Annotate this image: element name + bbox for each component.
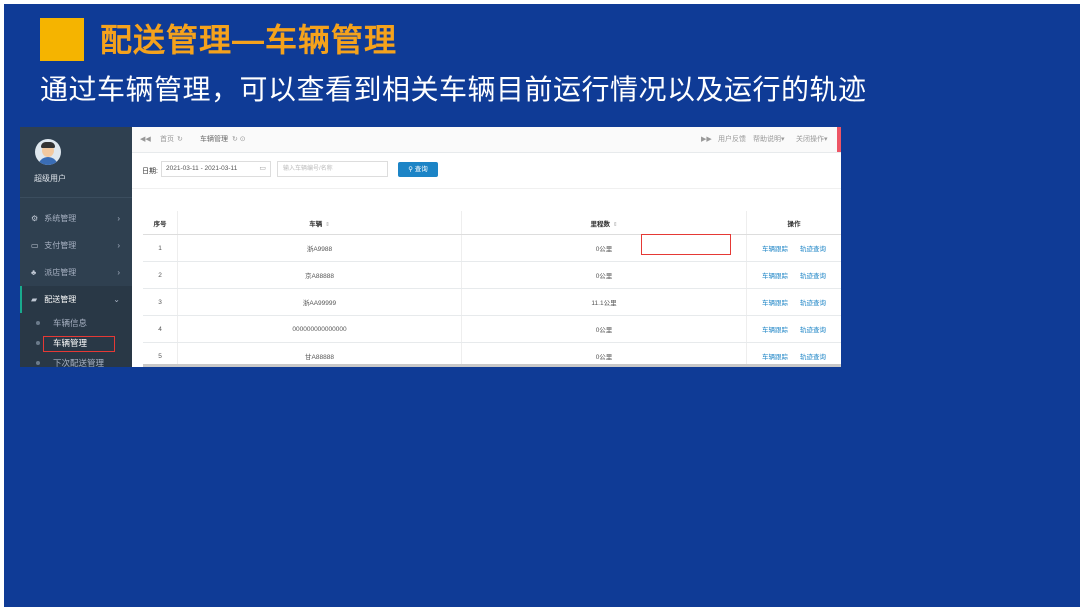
slide-title: 配送管理—车辆管理	[100, 22, 398, 58]
route-query-link[interactable]: 轨迹查询	[800, 300, 826, 307]
highlight-box-nav	[43, 336, 115, 352]
chevron-right-icon: ›	[117, 214, 120, 223]
sidebar-item-label: 派店管理	[44, 268, 77, 277]
highlight-box-actions	[641, 234, 731, 255]
search-button[interactable]: ⚲ 查询	[398, 162, 438, 177]
sidebar-item-label: 系统管理	[44, 214, 77, 223]
sidebar-item-store[interactable]: ♣ 派店管理 ›	[20, 259, 132, 286]
refresh-icon[interactable]: ↻	[177, 127, 183, 152]
search-input[interactable]: 输入车辆编号/名称	[277, 161, 388, 177]
app-screenshot: 超级用户 ⚙ 系统管理 › ▭ 支付管理 › ♣ 派店管理 › ▰ 配送管理 ⌄…	[20, 127, 841, 367]
column-header-index[interactable]: 序号	[143, 211, 178, 235]
filter-bar: 日期: 2021-03-11 - 2021-03-11 ▭ 输入车辆编号/名称 …	[132, 152, 841, 189]
sitemap-icon: ♣	[31, 268, 37, 277]
vehicle-track-link[interactable]: 车辆跟踪	[762, 327, 788, 334]
bullet-icon	[36, 321, 40, 325]
gears-icon: ⚙	[31, 214, 39, 223]
tab-scroll-right-icon[interactable]: ▶▶	[701, 127, 712, 152]
route-query-link[interactable]: 轨迹查询	[800, 273, 826, 280]
sidebar-item-label: 配送管理	[44, 295, 77, 304]
bullet-icon	[36, 361, 40, 365]
vehicle-track-link[interactable]: 车辆跟踪	[762, 300, 788, 307]
table-row: 3 浙AA99999 11.1公里 车辆跟踪 轨迹查询	[143, 288, 841, 316]
avatar[interactable]	[35, 139, 61, 165]
table-row: 4 000000000000000 0公里 车辆跟踪 轨迹查询	[143, 315, 841, 343]
slide: 配送管理—车辆管理 通过车辆管理，可以查看到相关车辆目前运行情况以及运行的轨迹 …	[4, 4, 1080, 607]
username[interactable]: 超级用户	[34, 173, 66, 184]
tab-home[interactable]: 首页	[160, 127, 174, 152]
exit-button[interactable]	[837, 127, 841, 152]
truck-icon: ▰	[31, 295, 38, 304]
column-header-action: 操作	[746, 211, 841, 235]
calendar-icon: ▭	[259, 165, 266, 172]
help-dropdown[interactable]: 帮助说明▾	[753, 127, 785, 152]
card-icon: ▭	[31, 241, 39, 250]
route-query-link[interactable]: 轨迹查询	[800, 246, 826, 253]
route-query-link[interactable]: 轨迹查询	[800, 327, 826, 334]
table-header-row: 序号 车辆 ⇕ 里程数 ⇕ 操作	[143, 211, 841, 235]
user-profile: 超级用户	[20, 127, 132, 198]
sidebar: 超级用户 ⚙ 系统管理 › ▭ 支付管理 › ♣ 派店管理 › ▰ 配送管理 ⌄…	[20, 127, 132, 367]
table-row: 2 京A88888 0公里 车辆跟踪 轨迹查询	[143, 261, 841, 289]
vehicle-track-link[interactable]: 车辆跟踪	[762, 273, 788, 280]
bullet-icon	[36, 341, 40, 345]
date-range-input[interactable]: 2021-03-11 - 2021-03-11 ▭	[161, 161, 271, 177]
horizontal-scrollbar[interactable]	[143, 364, 841, 367]
date-label: 日期:	[142, 168, 158, 175]
sort-icon: ⇕	[325, 221, 330, 228]
vehicle-track-link[interactable]: 车辆跟踪	[762, 354, 788, 361]
user-feedback-link[interactable]: 用户反馈	[718, 127, 746, 152]
refresh-icon[interactable]: ↻ ⊙	[232, 127, 246, 152]
vehicle-table: 序号 车辆 ⇕ 里程数 ⇕ 操作 1 浙A9988 0公里 车辆跟踪 轨迹查询 2	[143, 211, 841, 367]
sidebar-item-delivery[interactable]: ▰ 配送管理 ⌄	[20, 286, 132, 313]
vehicle-track-link[interactable]: 车辆跟踪	[762, 246, 788, 253]
chevron-down-icon: ⌄	[113, 295, 120, 304]
chevron-right-icon: ›	[117, 241, 120, 250]
table-row: 1 浙A9988 0公里 车辆跟踪 轨迹查询	[143, 234, 841, 262]
sidebar-subitem-vehicle-info[interactable]: 车辆信息	[20, 313, 132, 333]
title-marker	[40, 18, 84, 61]
route-query-link[interactable]: 轨迹查询	[800, 354, 826, 361]
column-header-vehicle[interactable]: 车辆 ⇕	[177, 211, 462, 235]
sidebar-subitem-next-delivery[interactable]: 下次配送管理	[20, 353, 132, 367]
column-header-mileage[interactable]: 里程数 ⇕	[461, 211, 747, 235]
sidebar-item-payment[interactable]: ▭ 支付管理 ›	[20, 232, 132, 259]
sort-icon: ⇕	[612, 221, 618, 228]
sidebar-item-label: 支付管理	[44, 241, 77, 250]
main-content: ◀◀ 首页 ↻ 车辆管理 ↻ ⊙ ▶▶ 用户反馈 帮助说明▾ 关闭操作▾ 日期:…	[132, 127, 841, 367]
tab-scroll-left-icon[interactable]: ◀◀	[140, 127, 151, 152]
slide-subtitle: 通过车辆管理，可以查看到相关车辆目前运行情况以及运行的轨迹	[40, 74, 867, 105]
tab-vehicle-management[interactable]: 车辆管理	[200, 127, 228, 152]
chevron-right-icon: ›	[117, 268, 120, 277]
search-icon: ⚲	[408, 166, 413, 173]
close-ops-dropdown[interactable]: 关闭操作▾	[796, 127, 828, 152]
tab-bar: ◀◀ 首页 ↻ 车辆管理 ↻ ⊙ ▶▶ 用户反馈 帮助说明▾ 关闭操作▾	[132, 127, 841, 153]
sidebar-item-system[interactable]: ⚙ 系统管理 ›	[20, 205, 132, 232]
